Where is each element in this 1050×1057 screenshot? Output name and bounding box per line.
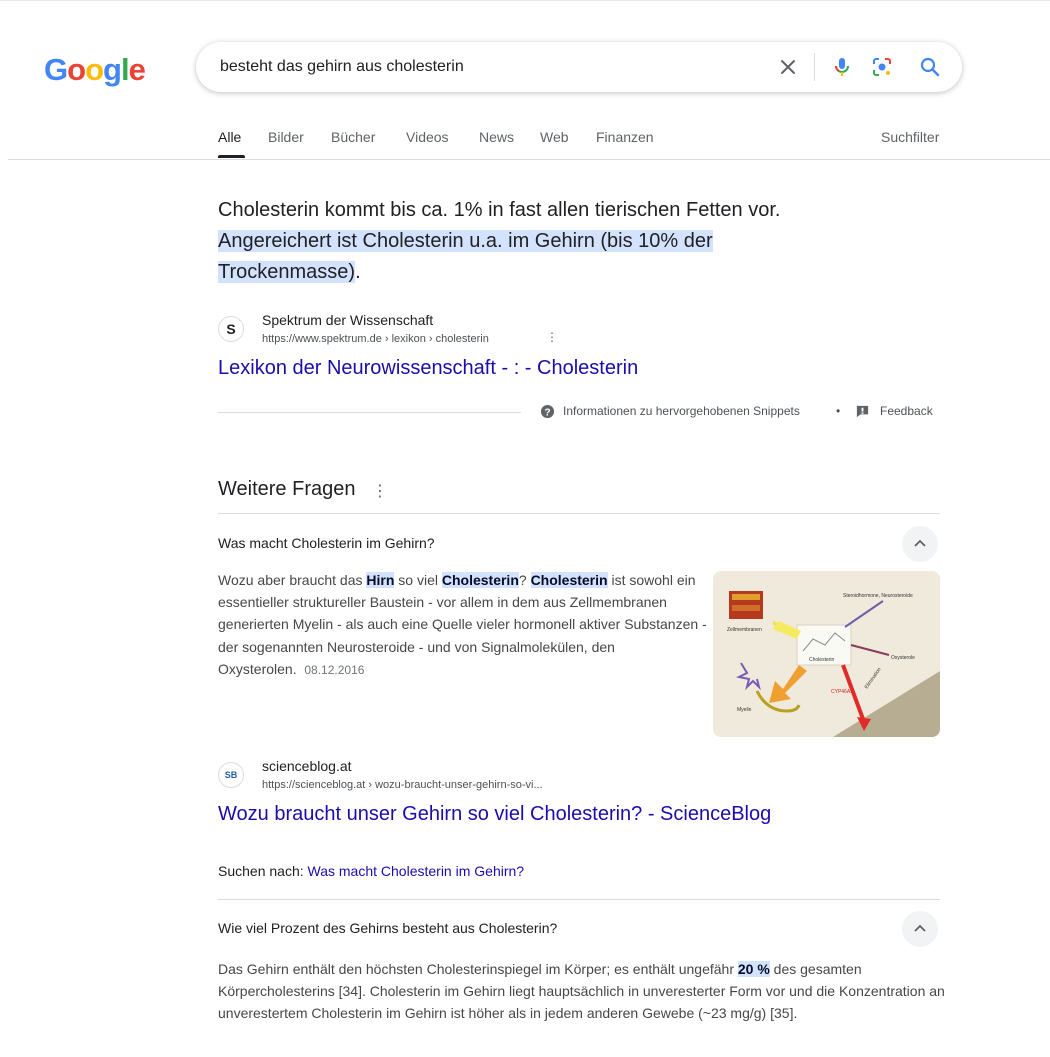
- answer-highlight: Hirn: [366, 572, 395, 588]
- search-for-row: Suchen nach: Was macht Cholesterin im Ge…: [218, 863, 524, 879]
- snippet-plain: Cholesterin kommt bis ca. 1% in fast all…: [218, 199, 781, 221]
- tab-videos[interactable]: Videos: [406, 129, 449, 145]
- answer-1-text: Wozu aber braucht das Hirn so viel Chole…: [218, 569, 708, 681]
- diagram-label-myelin: Myelin: [737, 707, 752, 713]
- tab-bilder[interactable]: Bilder: [268, 129, 304, 145]
- diagram-label-cholesterol: Cholesterin: [809, 657, 835, 663]
- search-icon[interactable]: [918, 55, 942, 79]
- snippet-highlight: Angereichert ist Cholesterin u.a. im Geh…: [218, 230, 713, 283]
- question-1[interactable]: Was macht Cholesterin im Gehirn?: [218, 535, 435, 551]
- featured-snippet-text: Cholesterin kommt bis ca. 1% in fast all…: [218, 195, 838, 288]
- search-input[interactable]: [220, 55, 760, 79]
- snippet-divider: [218, 412, 521, 413]
- collapse-button[interactable]: [902, 526, 938, 562]
- feedback-icon[interactable]: [855, 404, 870, 419]
- diagram-label-membrane: Zellmembranen: [727, 627, 762, 633]
- answer-part: ?: [518, 572, 531, 588]
- close-icon[interactable]: [776, 55, 800, 79]
- help-icon[interactable]: ?: [540, 404, 555, 419]
- related-questions-menu-icon[interactable]: ⋮: [372, 481, 388, 501]
- feedback-link[interactable]: Feedback: [880, 404, 933, 418]
- search-for-link[interactable]: Was macht Cholesterin im Gehirn?: [308, 863, 525, 879]
- more-options-icon[interactable]: ⋮: [546, 330, 558, 344]
- source-name[interactable]: Spektrum der Wissenschaft: [262, 312, 433, 328]
- answer-part: Wozu aber braucht das: [218, 572, 367, 588]
- logo-letter: o: [85, 52, 104, 87]
- chevron-up-icon: [914, 539, 926, 547]
- answer-diagram-image[interactable]: Zellmembranen Steroidhormone, Neurostero…: [713, 571, 940, 737]
- answer-part: Das Gehirn enthält den höchsten Choleste…: [218, 961, 738, 977]
- search-for-label: Suchen nach:: [218, 863, 308, 879]
- tab-alle[interactable]: Alle: [218, 129, 241, 145]
- info-bullet: •: [836, 404, 841, 418]
- logo-letter: e: [128, 52, 146, 87]
- source-url[interactable]: https://scienceblog.at › wozu-braucht-un…: [262, 779, 543, 791]
- source-name[interactable]: scienceblog.at: [262, 758, 352, 774]
- tab-finanzen[interactable]: Finanzen: [596, 129, 654, 145]
- google-logo[interactable]: Google: [44, 52, 146, 88]
- diagram-label-steroid: Steroidhormone, Neurosteroide: [843, 593, 913, 599]
- logo-letter: g: [103, 52, 122, 87]
- diagram-label-cyp: CYP46A1: [831, 689, 853, 695]
- result-title-link[interactable]: Wozu braucht unser Gehirn so viel Choles…: [218, 803, 771, 826]
- camera-lens-icon[interactable]: [870, 55, 894, 79]
- tab-web[interactable]: Web: [540, 129, 569, 145]
- answer-date: 08.12.2016: [304, 662, 365, 677]
- question-divider: [218, 899, 940, 900]
- search-filter-button[interactable]: Suchfilter: [881, 129, 939, 145]
- answer-highlight: 20 %: [737, 961, 770, 977]
- microphone-icon[interactable]: [830, 55, 854, 79]
- answer-highlight: Cholesterin: [441, 572, 519, 588]
- question-divider: [218, 513, 940, 514]
- source-favicon[interactable]: S: [218, 316, 244, 342]
- logo-letter: G: [44, 52, 68, 87]
- source-url[interactable]: https://www.spektrum.de › lexikon › chol…: [262, 333, 489, 345]
- logo-letter: l: [120, 52, 130, 87]
- top-border: [0, 0, 1050, 1]
- chevron-up-icon: [914, 924, 926, 932]
- collapse-button[interactable]: [902, 911, 938, 947]
- snippet-end: .: [355, 261, 361, 283]
- tab-news[interactable]: News: [479, 129, 514, 145]
- answer-part: so viel: [394, 572, 442, 588]
- tab-buecher[interactable]: Bücher: [331, 129, 375, 145]
- result-title-link[interactable]: Lexikon der Neurowissenschaft - : - Chol…: [218, 357, 638, 380]
- related-questions-heading: Weitere Fragen: [218, 478, 356, 500]
- search-box: [196, 42, 962, 92]
- tabs-divider: [8, 159, 1050, 160]
- logo-letter: o: [67, 52, 86, 87]
- question-2[interactable]: Wie viel Prozent des Gehirns besteht aus…: [218, 920, 557, 936]
- active-tab-indicator: [218, 155, 245, 158]
- source-favicon[interactable]: SB: [218, 762, 244, 788]
- snippet-info-link[interactable]: Informationen zu hervorgehobenen Snippet…: [563, 404, 800, 418]
- answer-highlight: Cholesterin: [530, 572, 608, 588]
- svg-text:?: ?: [544, 407, 550, 418]
- diagram-label-oxysterole: Oxysterole: [891, 655, 915, 661]
- search-divider: [814, 53, 815, 81]
- answer-2-text: Das Gehirn enthält den höchsten Choleste…: [218, 958, 978, 1024]
